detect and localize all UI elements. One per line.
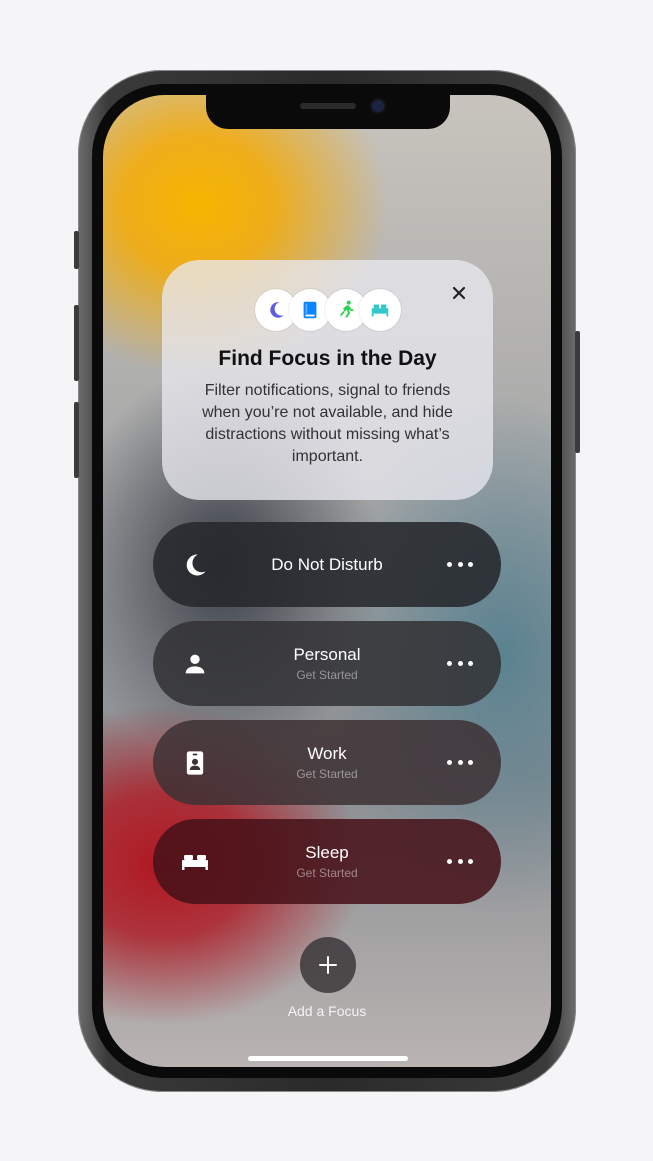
more-dot	[447, 858, 452, 864]
focus-item-title: Sleep	[305, 843, 349, 862]
close-button[interactable]	[449, 283, 469, 303]
focus-item-subtitle: Get Started	[296, 767, 358, 781]
focus-item-work[interactable]: Work Get Started	[153, 720, 501, 805]
focus-item-personal[interactable]: Personal Get Started	[153, 621, 501, 706]
more-options-button[interactable]	[447, 853, 473, 869]
power-button	[575, 331, 580, 453]
more-dot	[468, 660, 473, 666]
more-dot	[468, 561, 473, 567]
add-focus-label: Add a Focus	[287, 1003, 367, 1019]
focus-item-title: Work	[307, 744, 347, 763]
more-dot	[457, 561, 463, 567]
person-icon	[180, 649, 210, 679]
card-description: Filter notifications, signal to friends …	[202, 382, 453, 465]
more-options-button[interactable]	[447, 556, 473, 572]
add-focus-button[interactable]	[300, 937, 356, 993]
bed-icon	[180, 847, 210, 877]
more-dot	[468, 759, 473, 765]
more-options-button[interactable]	[447, 754, 473, 770]
more-dot	[468, 858, 473, 864]
phone-frame: Find Focus in the Day Filter notificatio…	[74, 70, 580, 1092]
more-dot	[447, 561, 452, 567]
screen: Find Focus in the Day Filter notificatio…	[103, 95, 551, 1067]
focus-item-do-not-disturb[interactable]: Do Not Disturb	[153, 522, 501, 607]
focus-item-subtitle: Get Started	[296, 866, 358, 880]
moon-icon	[180, 550, 210, 580]
more-dot	[457, 858, 463, 864]
focus-item-title: Personal	[293, 645, 361, 664]
focus-icons-row	[255, 289, 401, 331]
volume-down-button	[74, 402, 79, 478]
more-dot	[457, 660, 463, 666]
bed-icon	[359, 289, 401, 331]
card-title: Find Focus in the Day	[218, 347, 437, 370]
more-options-button[interactable]	[447, 655, 473, 671]
home-indicator[interactable]	[248, 1056, 408, 1061]
plus-icon	[319, 956, 337, 974]
close-icon	[452, 286, 466, 300]
focus-item-title: Do Not Disturb	[271, 555, 383, 574]
focus-item-sleep[interactable]: Sleep Get Started	[153, 819, 501, 904]
bezel: Find Focus in the Day Filter notificatio…	[92, 84, 562, 1078]
speaker-grille	[300, 103, 356, 109]
focus-intro-card: Find Focus in the Day Filter notificatio…	[162, 260, 493, 500]
more-dot	[457, 759, 463, 765]
action-button	[74, 231, 79, 269]
volume-up-button	[74, 305, 79, 381]
more-dot	[447, 759, 452, 765]
focus-item-subtitle: Get Started	[296, 668, 358, 682]
front-camera	[372, 100, 384, 112]
more-dot	[447, 660, 452, 666]
id-badge-icon	[180, 748, 210, 778]
notch	[206, 95, 450, 129]
